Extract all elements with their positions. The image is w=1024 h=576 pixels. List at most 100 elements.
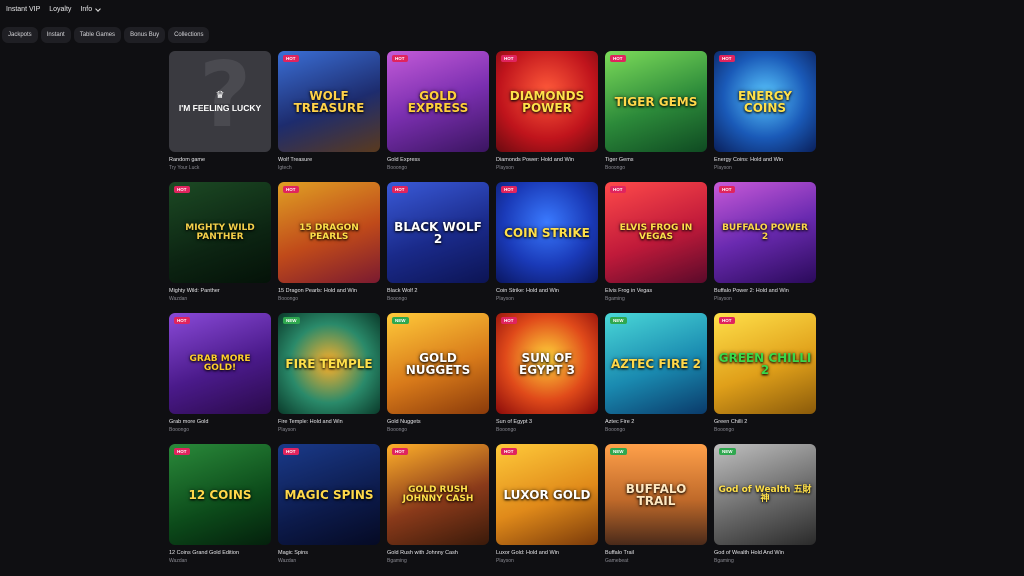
game-card: God of Wealth 五財神 NEW God of Wealth Hold A… [714, 444, 816, 575]
game-title[interactable]: God of Wealth Hold And Win [714, 550, 816, 556]
game-thumbnail[interactable]: GRAB MORE GOLD! HOT [169, 313, 271, 414]
hot-badge: HOT [501, 186, 517, 193]
game-card: FIRE TEMPLE NEW Fire Temple: Hold and Win P… [278, 313, 380, 444]
game-thumbnail[interactable]: AZTEC FIRE 2 NEW [605, 313, 707, 414]
game-thumbnail[interactable]: BUFFALO POWER 2 HOT [714, 182, 816, 283]
game-thumbnail[interactable]: BLACK WOLF 2 HOT [387, 182, 489, 283]
game-thumbnail[interactable]: 15 DRAGON PEARLS HOT [278, 182, 380, 283]
game-card: MAGIC SPINS HOT Magic Spins Wazdan [278, 444, 380, 575]
game-thumbnail[interactable]: GOLD EXPRESS HOT [387, 51, 489, 152]
game-title[interactable]: Luxor Gold: Hold and Win [496, 550, 598, 556]
game-title[interactable]: Energy Coins: Hold and Win [714, 157, 816, 163]
game-title[interactable]: Magic Spins [278, 550, 380, 556]
game-provider: Booongo [387, 427, 408, 433]
game-thumbnail[interactable]: GREEN CHILLI 2 HOT [714, 313, 816, 414]
game-thumbnail[interactable]: God of Wealth 五財神 NEW [714, 444, 816, 545]
game-card: ENERGY COINS HOT Energy Coins: Hold and Wi… [714, 51, 816, 182]
game-title[interactable]: Coin Strike: Hold and Win [496, 288, 598, 294]
game-card: BUFFALO TRAIL NEW Buffalo Trail Gamebeat [605, 444, 707, 575]
game-provider: Gamebeat [605, 558, 629, 564]
game-thumbnail[interactable]: FIRE TEMPLE NEW [278, 313, 380, 414]
new-badge: NEW [392, 317, 409, 324]
crown-icon: ♛ [215, 90, 225, 101]
game-thumbnail[interactable]: ENERGY COINS HOT [714, 51, 816, 152]
chevron-down-icon [95, 5, 101, 12]
game-thumbnail[interactable]: SUN OF EGYPT 3 HOT [496, 313, 598, 414]
top-navigation: Instant VIP Loyalty Info [6, 5, 101, 13]
game-card: 12 COINS HOT 12 Coins Grand Gold Edition Wa… [169, 444, 271, 575]
game-logo: GREEN CHILLI 2 [718, 350, 812, 377]
hot-badge: HOT [392, 448, 408, 455]
game-logo: LUXOR GOLD [503, 487, 591, 502]
game-title[interactable]: Gold Rush with Johnny Cash [387, 550, 489, 556]
game-card: GOLD RUSH JOHNNY CASH HOT Gold Rush with J… [387, 444, 489, 575]
game-title[interactable]: Gold Express [387, 157, 489, 163]
game-thumbnail[interactable]: ELVIS FROG IN VEGAS HOT [605, 182, 707, 283]
game-card: GOLD EXPRESS HOT Gold Express Booongo [387, 51, 489, 182]
game-provider: Wazdan [278, 558, 297, 564]
nav-loyalty[interactable]: Loyalty [49, 6, 71, 13]
game-title[interactable]: Sun of Egypt 3 [496, 419, 598, 425]
game-card: AZTEC FIRE 2 NEW Aztec Fire 2 Booongo [605, 313, 707, 444]
game-logo: MIGHTY WILD PANTHER [185, 222, 255, 242]
game-title[interactable]: Buffalo Trail [605, 550, 707, 556]
game-title[interactable]: Buffalo Power 2: Hold and Win [714, 288, 816, 294]
game-provider: Wazdan [169, 296, 188, 302]
game-logo: GOLD EXPRESS [407, 88, 469, 115]
filter-bonus-buy[interactable]: Bonus Buy [124, 27, 166, 43]
game-thumbnail[interactable]: LUXOR GOLD HOT [496, 444, 598, 545]
game-card: ELVIS FROG IN VEGAS HOT Elvis Frog in Vega… [605, 182, 707, 313]
game-title[interactable]: Green Chilli 2 [714, 419, 816, 425]
game-thumbnail[interactable]: ? ♛ I'M FEELING LUCKY [169, 51, 271, 152]
game-title[interactable]: 12 Coins Grand Gold Edition [169, 550, 271, 556]
game-provider: Playson [278, 427, 296, 433]
feeling-lucky-label: I'M FEELING LUCKY [178, 103, 262, 113]
game-thumbnail[interactable]: BUFFALO TRAIL NEW [605, 444, 707, 545]
game-title[interactable]: 15 Dragon Pearls: Hold and Win [278, 288, 380, 294]
filter-table-games[interactable]: Table Games [73, 27, 122, 43]
game-title[interactable]: Fire Temple: Hold and Win [278, 419, 380, 425]
game-thumbnail[interactable]: DIAMONDS POWER HOT [496, 51, 598, 152]
game-card: GREEN CHILLI 2 HOT Green Chilli 2 Booongo [714, 313, 816, 444]
game-thumbnail[interactable]: WOLF TREASURE HOT [278, 51, 380, 152]
game-thumbnail[interactable]: MAGIC SPINS HOT [278, 444, 380, 545]
new-badge: NEW [719, 448, 736, 455]
game-title[interactable]: Gold Nuggets [387, 419, 489, 425]
hot-badge: HOT [283, 55, 299, 62]
game-title[interactable]: Tiger Gems [605, 157, 707, 163]
nav-instant-vip[interactable]: Instant VIP [6, 6, 40, 13]
game-provider: Playson [496, 296, 514, 302]
nav-info[interactable]: Info [80, 5, 101, 13]
game-title[interactable]: Elvis Frog in Vegas [605, 288, 707, 294]
game-provider: Igtech [278, 165, 292, 171]
game-provider: Booongo [387, 165, 408, 171]
game-thumbnail[interactable]: GOLD NUGGETS NEW [387, 313, 489, 414]
game-thumbnail[interactable]: GOLD RUSH JOHNNY CASH HOT [387, 444, 489, 545]
filter-instant[interactable]: Instant [40, 27, 71, 43]
game-card: ? ♛ I'M FEELING LUCKY Random game Try Your L… [169, 51, 271, 182]
game-thumbnail[interactable]: MIGHTY WILD PANTHER HOT [169, 182, 271, 283]
game-logo: MAGIC SPINS [284, 487, 374, 502]
game-title[interactable]: Random game [169, 157, 271, 163]
game-logo: God of Wealth 五財神 [718, 484, 812, 504]
game-card: SUN OF EGYPT 3 HOT Sun of Egypt 3 Booongo [496, 313, 598, 444]
game-thumbnail[interactable]: COIN STRIKE HOT [496, 182, 598, 283]
new-badge: NEW [283, 317, 300, 324]
game-title[interactable]: Grab more Gold [169, 419, 271, 425]
hot-badge: HOT [174, 186, 190, 193]
game-provider: Bgaming [605, 296, 625, 302]
game-thumbnail[interactable]: 12 COINS HOT [169, 444, 271, 545]
game-provider: Playson [496, 558, 514, 564]
game-card: WOLF TREASURE HOT Wolf Treasure Igtech [278, 51, 380, 182]
game-title[interactable]: Black Wolf 2 [387, 288, 489, 294]
game-logo: AZTEC FIRE 2 [611, 356, 701, 371]
game-thumbnail[interactable]: TIGER GEMS HOT [605, 51, 707, 152]
game-title[interactable]: Aztec Fire 2 [605, 419, 707, 425]
hot-badge: HOT [392, 55, 408, 62]
game-title[interactable]: Wolf Treasure [278, 157, 380, 163]
hot-badge: HOT [501, 55, 517, 62]
game-title[interactable]: Mighty Wild: Panther [169, 288, 271, 294]
filter-collections[interactable]: Collections [168, 27, 210, 43]
filter-jackpots[interactable]: Jackpots [2, 27, 38, 43]
game-title[interactable]: Diamonds Power: Hold and Win [496, 157, 598, 163]
